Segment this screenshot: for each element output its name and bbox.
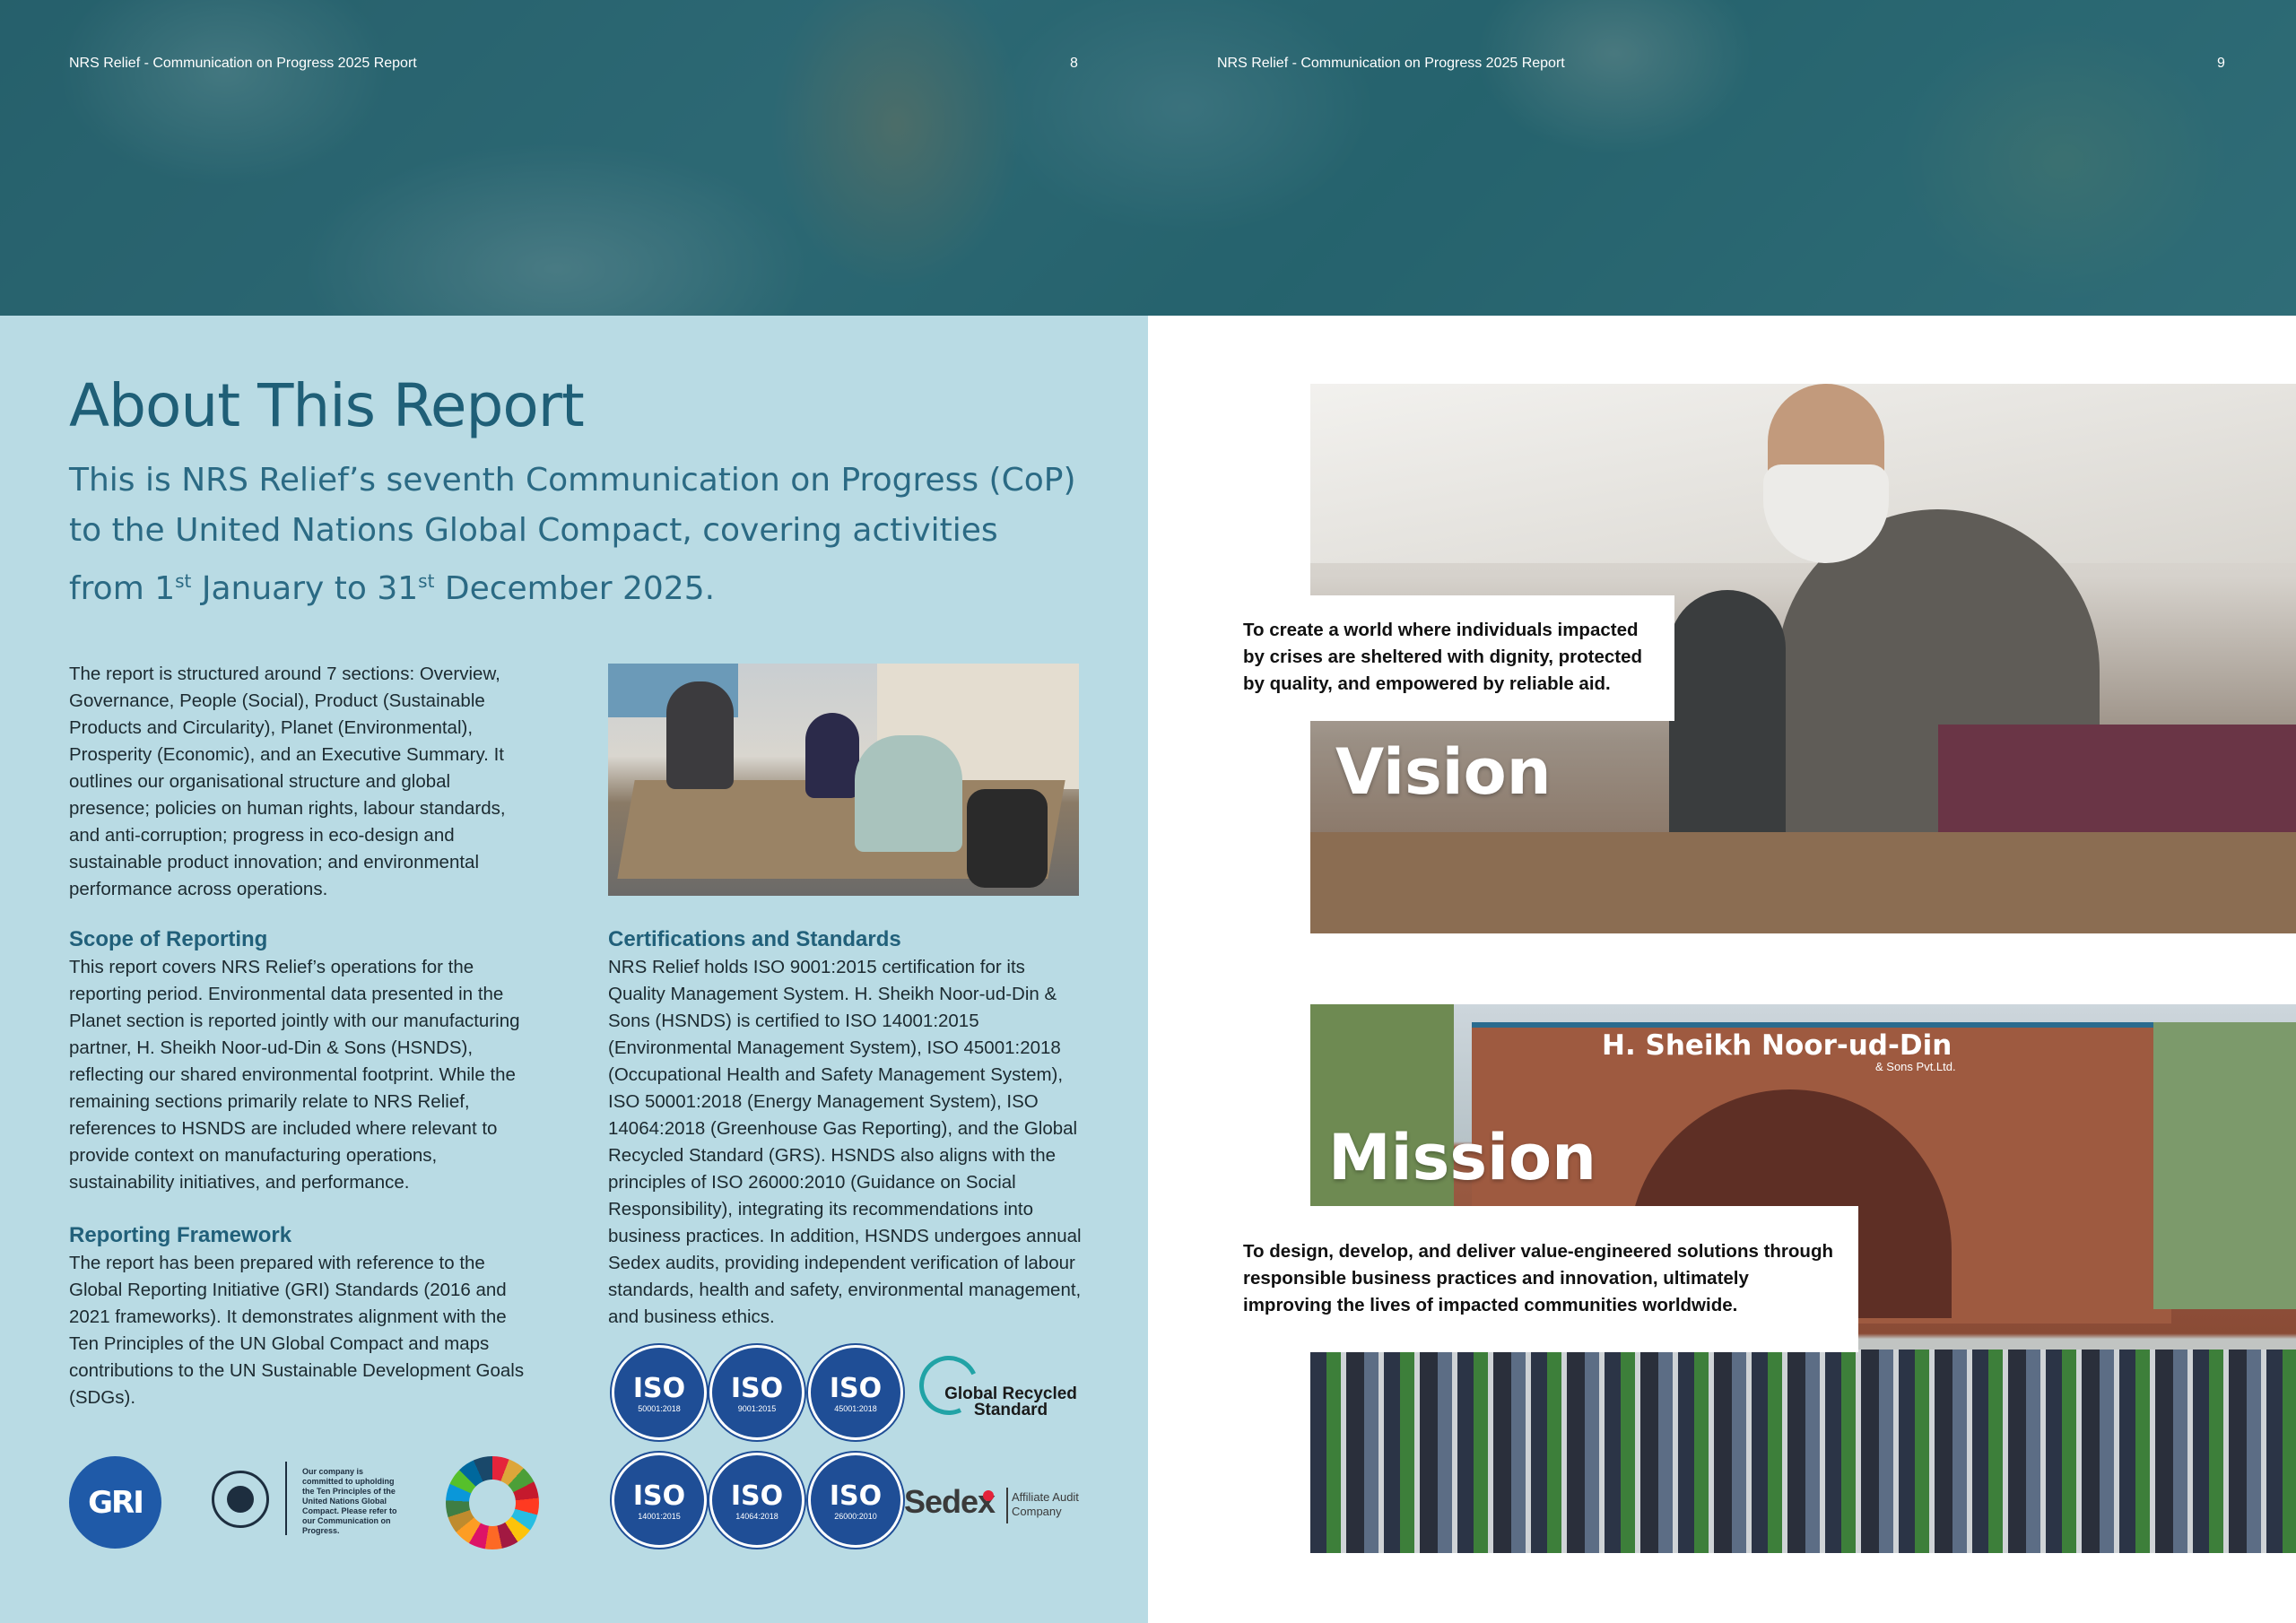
iso-badge-number: 14064:2018: [735, 1511, 778, 1521]
scope-heading: Scope of Reporting: [69, 927, 268, 951]
iso-badge-26000: ISO 26000:2010: [808, 1453, 903, 1548]
mission-heading: Mission: [1328, 1121, 1596, 1194]
intro-paragraph: The report is structured around 7 sectio…: [69, 664, 506, 899]
mission-statement-box: To design, develop, and deliver value-en…: [1225, 1206, 1858, 1352]
lead-sup-2: st: [418, 570, 435, 592]
iso-badge-number: 26000:2010: [834, 1511, 877, 1521]
page-title: About This Report: [69, 371, 585, 440]
factory-sign-sub: & Sons Pvt.Ltd.: [1875, 1060, 1956, 1073]
ungc-commitment-text: Our company is committed to upholding th…: [302, 1467, 397, 1535]
header-photo-band: [0, 0, 2296, 316]
staff-group-crowd: [1310, 1350, 2296, 1553]
iso-badge-14001: ISO 14001:2015: [612, 1453, 707, 1548]
gri-logo: GRI: [69, 1456, 161, 1549]
iso-badge-50001: ISO 50001:2018: [612, 1345, 707, 1440]
left-page-number: 8: [1070, 56, 1078, 71]
factory-sign: H. Sheikh Noor-ud-Din: [1602, 1029, 1952, 1062]
lead-sup-1: st: [175, 570, 192, 592]
mission-statement: To design, develop, and deliver value-en…: [1243, 1241, 1833, 1315]
person-seated-1: [805, 713, 859, 798]
globe-icon: [227, 1486, 254, 1513]
iso-badge-label: ISO: [829, 1480, 883, 1512]
iso-badge-14064: ISO 14064:2018: [709, 1453, 804, 1548]
sedex-logo: Sedex: [904, 1483, 996, 1520]
sdg-wheel-icon: [446, 1456, 539, 1549]
scope-text: This report covers NRS Relief’s operatio…: [69, 957, 520, 1193]
vision-statement: To create a world where individuals impa…: [1243, 620, 1643, 694]
bed-blanket: [1938, 725, 2296, 850]
sdg-wheel-center: [469, 1480, 516, 1526]
lead-text-3: December 2025.: [434, 570, 716, 607]
certifications-text: NRS Relief holds ISO 9001:2015 certifica…: [608, 957, 1082, 1327]
iso-badge-9001: ISO 9001:2015: [709, 1345, 804, 1440]
person-seated-2: [855, 735, 962, 852]
iso-badge-number: 50001:2018: [638, 1403, 681, 1413]
iso-badge-label: ISO: [632, 1480, 686, 1512]
un-global-compact-emblem: [212, 1471, 269, 1528]
lead-text-2: January to 31: [191, 570, 419, 607]
framework-text: The report has been prepared with refere…: [69, 1253, 525, 1408]
sedex-divider: [1006, 1488, 1008, 1523]
right-running-title: NRS Relief - Communication on Progress 2…: [1217, 56, 1565, 71]
framework-heading: Reporting Framework: [69, 1223, 292, 1247]
office-chair: [967, 789, 1048, 888]
lead-paragraph: This is NRS Relief’s seventh Communicati…: [69, 456, 1083, 614]
right-page-number: 9: [2217, 56, 2225, 71]
iso-badge-label: ISO: [730, 1372, 784, 1404]
vision-statement-box: To create a world where individuals impa…: [1225, 595, 1674, 721]
iso-badge-label: ISO: [632, 1372, 686, 1404]
person-standing: [666, 681, 734, 789]
ungc-divider: [285, 1462, 287, 1535]
sedex-subtitle: Affiliate Audit Company: [1012, 1490, 1079, 1518]
trees-right: [2153, 1022, 2296, 1309]
certifications-heading: Certifications and Standards: [608, 927, 901, 951]
iso-badge-label: ISO: [730, 1480, 784, 1512]
left-running-title: NRS Relief - Communication on Progress 2…: [69, 56, 417, 71]
gri-logo-text: GRI: [88, 1484, 144, 1521]
sedex-dot-icon: [983, 1490, 994, 1501]
iso-badge-number: 9001:2015: [737, 1403, 777, 1413]
iso-badge-number: 45001:2018: [834, 1403, 877, 1413]
vision-heading: Vision: [1335, 735, 1552, 809]
ground: [1310, 832, 2296, 933]
grs-logo-text: Global Recycled Standard: [944, 1384, 1077, 1419]
iso-badge-number: 14001:2015: [638, 1511, 681, 1521]
office-meeting-photo: [608, 664, 1079, 896]
iso-badge-45001: ISO 45001:2018: [808, 1345, 903, 1440]
iso-badge-label: ISO: [829, 1372, 883, 1404]
